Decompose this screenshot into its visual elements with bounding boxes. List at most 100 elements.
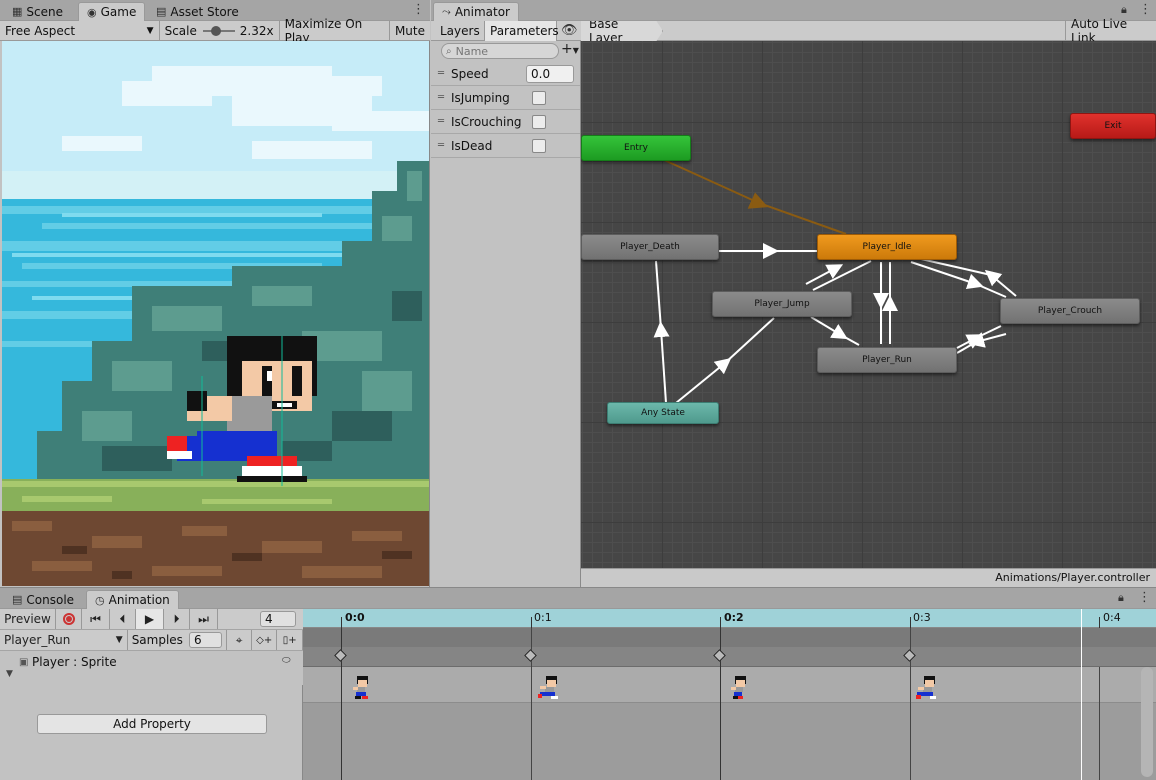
mute-toggle[interactable]: Mute: [390, 21, 430, 41]
timeline-scrollbar[interactable]: [1141, 667, 1153, 777]
game-view[interactable]: [2, 41, 429, 586]
parameter-search-input[interactable]: [455, 44, 546, 58]
next-keyframe-button[interactable]: ⏵: [164, 609, 190, 629]
more-menu-icon[interactable]: ⋮: [1138, 590, 1151, 605]
parameters-sidebar: ⌕ +▼ ═ Speed 0.0 ═ IsJumping ═ IsCrouchi…: [431, 41, 581, 587]
drag-handle-icon[interactable]: ═: [431, 68, 451, 79]
tab-parameters[interactable]: Parameters: [485, 21, 559, 41]
tab-animator[interactable]: ⤳ Animator: [433, 2, 519, 21]
summary-keys-row[interactable]: [303, 647, 1156, 667]
dropdown-arrow-icon: ▼: [146, 25, 154, 36]
animator-tabbar: ⤳ Animator 🔒︎ ⋮: [431, 0, 1156, 21]
sprite-keyframe-thumb[interactable]: [727, 675, 749, 701]
aspect-dropdown[interactable]: Free Aspect ▼: [0, 20, 160, 41]
play-icon: ▶: [144, 612, 155, 626]
add-event-button[interactable]: ▯+: [277, 630, 304, 650]
maximize-on-play-toggle[interactable]: Maximize On Play: [280, 17, 390, 45]
ruler-tick-label: 0:1: [534, 611, 552, 624]
drag-handle-icon[interactable]: ═: [431, 92, 451, 103]
keyframe-crosshair-icon: ⌖: [235, 632, 243, 647]
state-exit[interactable]: Exit: [1070, 113, 1156, 139]
state-player-jump[interactable]: Player_Jump: [712, 291, 852, 317]
breadcrumb-base-layer[interactable]: Base Layer: [581, 21, 663, 41]
scale-slider[interactable]: Scale 2.32x: [160, 20, 280, 41]
playhead[interactable]: [1081, 609, 1082, 780]
auto-live-link-toggle[interactable]: Auto Live Link: [1065, 17, 1154, 45]
parameter-row-speed[interactable]: ═ Speed 0.0: [431, 62, 580, 86]
clip-dropdown[interactable]: Player_Run ▼: [0, 630, 128, 650]
events-row[interactable]: [303, 628, 1156, 647]
isjumping-checkbox[interactable]: [532, 90, 546, 105]
tab-console[interactable]: ▤ Console: [4, 590, 82, 609]
store-icon: ▤: [156, 5, 167, 18]
tab-animation[interactable]: ◷ Animation: [86, 590, 179, 609]
add-parameter-icon[interactable]: +▼: [561, 41, 579, 57]
record-button[interactable]: [56, 609, 82, 629]
sprite-renderer-icon: ▣: [19, 657, 29, 668]
property-label: Player : Sprite: [32, 655, 117, 669]
sprite-keyframe-thumb[interactable]: [537, 675, 559, 701]
parameter-row-isdead[interactable]: ═ IsDead: [431, 134, 580, 158]
state-player-idle[interactable]: Player_Idle: [817, 234, 957, 260]
gamepad-icon: ◉: [87, 5, 97, 19]
sprite-keyframe-thumb[interactable]: [350, 675, 372, 701]
controller-path-bar: Animations/Player.controller: [581, 568, 1156, 587]
state-any-state[interactable]: Any State: [607, 402, 719, 424]
timeline[interactable]: 0:0 0:1 0:2 0:3 0:4: [303, 609, 1156, 780]
add-key-diamond-button[interactable]: ◇+: [252, 630, 278, 650]
first-keyframe-button[interactable]: ⏮: [82, 609, 110, 629]
skip-first-icon: ⏮: [90, 611, 101, 626]
ruler-tick-label: 0:3: [913, 611, 931, 624]
scale-slider-thumb[interactable]: [210, 25, 221, 36]
prev-keyframe-button[interactable]: ⏴: [110, 609, 136, 629]
parameter-search[interactable]: ⌕: [441, 43, 559, 59]
play-button[interactable]: ▶: [136, 609, 164, 629]
lock-icon[interactable]: 🔒︎: [1118, 591, 1124, 605]
more-menu-icon[interactable]: ⋮: [412, 2, 425, 17]
state-entry[interactable]: Entry: [581, 135, 691, 161]
state-player-crouch[interactable]: Player_Crouch: [1000, 298, 1140, 324]
state-player-death[interactable]: Player_Death: [581, 234, 719, 260]
record-icon: [62, 613, 75, 625]
lock-icon[interactable]: 🔒︎: [1121, 3, 1127, 17]
keyframe-options-icon[interactable]: ⬭: [282, 655, 291, 666]
current-frame-field[interactable]: 4: [260, 611, 296, 627]
tab-asset-store[interactable]: ▤ Asset Store: [148, 2, 247, 21]
tab-layers[interactable]: Layers: [435, 21, 485, 41]
timeline-empty-area[interactable]: [303, 703, 1156, 780]
bottom-tabbar: ▤ Console ◷ Animation 🔒︎ ⋮: [0, 588, 1156, 609]
animation-clock-icon: ◷: [95, 593, 105, 607]
iscrouching-checkbox[interactable]: [532, 114, 546, 129]
speed-value-field[interactable]: 0.0: [526, 64, 574, 83]
samples-label: Samples: [131, 633, 183, 647]
time-ruler[interactable]: 0:0 0:1 0:2 0:3 0:4: [303, 609, 1156, 628]
tab-game[interactable]: ◉ Game: [78, 2, 146, 21]
parameter-row-isjumping[interactable]: ═ IsJumping: [431, 86, 580, 110]
more-menu-icon[interactable]: ⋮: [1139, 2, 1152, 17]
add-property-button[interactable]: Add Property: [37, 714, 267, 734]
console-icon: ▤: [12, 593, 23, 606]
drag-handle-icon[interactable]: ═: [431, 116, 451, 127]
dropdown-arrow-icon: ▼: [115, 635, 123, 645]
preview-toggle[interactable]: Preview: [0, 609, 56, 629]
playback-toolbar: Preview ⏮ ⏴ ▶ ⏵ ⏭ 4: [0, 609, 303, 630]
parameter-row-iscrouching[interactable]: ═ IsCrouching: [431, 110, 580, 134]
animator-icon: ⤳: [442, 5, 451, 18]
state-player-run[interactable]: Player_Run: [817, 347, 957, 373]
expand-arrow-icon[interactable]: ▼: [6, 669, 13, 679]
samples-field[interactable]: 6: [188, 632, 223, 648]
add-keyframe-button[interactable]: ⌖: [226, 630, 252, 650]
eye-icon[interactable]: 👁︎: [561, 23, 578, 38]
state-machine-graph[interactable]: Entry Exit Player_Death Player_Idle Play…: [581, 41, 1156, 587]
property-row[interactable]: ▼ ▣ Player : Sprite ⬭: [0, 651, 303, 685]
add-event-icon: ▯+: [282, 634, 297, 646]
sprite-keyframe-thumb[interactable]: [915, 675, 937, 701]
game-scene: [2, 41, 429, 586]
ruler-tick-label: 0:2: [724, 611, 744, 624]
drag-handle-icon[interactable]: ═: [431, 140, 451, 151]
last-keyframe-button[interactable]: ⏭: [190, 609, 218, 629]
isdead-checkbox[interactable]: [532, 138, 546, 153]
tab-scene[interactable]: ▦ Scene: [4, 2, 71, 21]
animation-controls: Preview ⏮ ⏴ ▶ ⏵ ⏭ 4 Player_Run ▼ Samples…: [0, 609, 304, 780]
scale-slider-track[interactable]: [202, 25, 235, 36]
